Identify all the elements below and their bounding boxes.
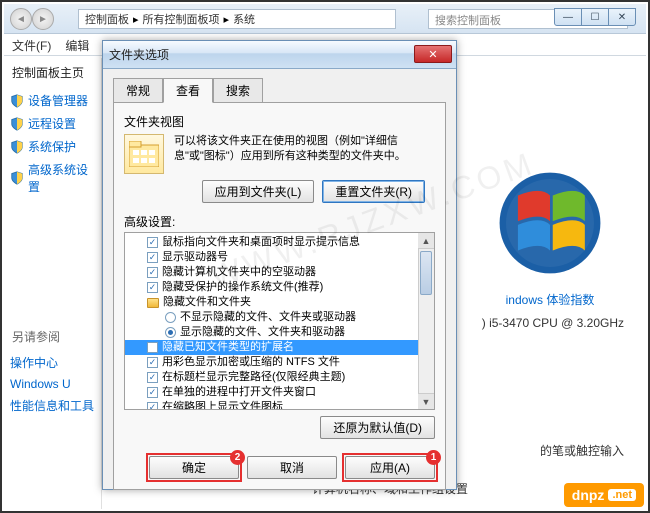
tree-item[interactable]: 不显示隐藏的文件、文件夹或驱动器: [125, 310, 434, 325]
step-badge-1: 1: [426, 450, 441, 465]
sidebar: 控制面板主页 设备管理器 远程设置 系统保护 高级系统设置 另请参阅 操作中心 …: [4, 58, 102, 509]
breadcrumb-item[interactable]: 系统: [233, 11, 255, 27]
sidebar-item-device-mgr[interactable]: 设备管理器: [8, 89, 97, 112]
checkbox[interactable]: [147, 357, 158, 368]
tab-general[interactable]: 常规: [113, 78, 163, 103]
close-icon[interactable]: ✕: [414, 45, 452, 63]
sidebar-ref-action[interactable]: 操作中心: [8, 351, 97, 374]
dialog-title: 文件夹选项: [109, 46, 169, 63]
site-name: dnpz: [572, 487, 605, 503]
site-tld: .net: [608, 489, 636, 501]
tree-item-label: 在标题栏显示完整路径(仅限经典主题): [162, 370, 345, 385]
folder-options-dialog: 文件夹选项 ✕ 常规 查看 搜索 文件夹视图 可以将该文件夹正在使用的视图（例如…: [102, 40, 457, 490]
checkbox[interactable]: [147, 342, 158, 353]
tree-item-label: 隐藏计算机文件夹中的空驱动器: [162, 265, 316, 280]
breadcrumb-item[interactable]: 所有控制面板项: [143, 11, 220, 27]
tree-item-label: 显示隐藏的文件、文件夹和驱动器: [180, 325, 345, 340]
breadcrumb[interactable]: 控制面板 ▸ 所有控制面板项 ▸ 系统: [78, 9, 396, 29]
shield-icon: [10, 117, 24, 131]
folder-icon: [147, 298, 159, 308]
apply-button[interactable]: 应用(A): [345, 456, 435, 479]
window-controls: — ☐ ✕: [555, 8, 636, 26]
cpu-text: ) i5-3470 CPU @ 3.20GHz: [470, 316, 630, 330]
reset-folders-button[interactable]: 重置文件夹(R): [322, 180, 425, 203]
step-badge-2: 2: [230, 450, 245, 465]
tree-item[interactable]: 在标题栏显示完整路径(仅限经典主题): [125, 370, 434, 385]
tree-item-label: 用彩色显示加密或压缩的 NTFS 文件: [162, 355, 340, 370]
scrollbar[interactable]: ▲ ▼: [418, 233, 434, 409]
maximize-button[interactable]: ☐: [581, 8, 609, 26]
tree-item-label: 在缩略图上显示文件图标: [162, 400, 283, 410]
tree-item[interactable]: 在缩略图上显示文件图标: [125, 400, 434, 410]
sidebar-ref-perf[interactable]: 性能信息和工具: [8, 394, 97, 417]
advanced-label: 高级设置:: [124, 213, 435, 230]
scroll-down-icon[interactable]: ▼: [418, 393, 434, 409]
tab-search[interactable]: 搜索: [213, 78, 263, 103]
scroll-up-icon[interactable]: ▲: [418, 233, 434, 249]
shield-icon: [10, 94, 24, 108]
folder-view-label: 文件夹视图: [124, 113, 435, 130]
tree-item[interactable]: 显示驱动器号: [125, 250, 434, 265]
menu-file[interactable]: 文件(F): [12, 37, 51, 52]
tree-item[interactable]: 隐藏已知文件类型的扩展名: [125, 340, 434, 355]
sidebar-item-remote[interactable]: 远程设置: [8, 112, 97, 135]
tree-item-label: 隐藏文件和文件夹: [163, 295, 251, 310]
scroll-thumb[interactable]: [420, 251, 432, 295]
checkbox[interactable]: [147, 252, 158, 263]
sidebar-ref-winupdate[interactable]: Windows U: [8, 374, 97, 394]
menu-edit[interactable]: 编辑: [65, 37, 89, 52]
checkbox[interactable]: [147, 372, 158, 383]
windows-logo-icon: [495, 168, 605, 278]
shield-icon: [10, 171, 24, 185]
nav-back-button[interactable]: ◄: [10, 8, 32, 30]
sidebar-refs-head: 另请参阅: [12, 328, 97, 345]
minimize-button[interactable]: —: [554, 8, 582, 26]
explorer-titlebar: ◄ ► 控制面板 ▸ 所有控制面板项 ▸ 系统 搜索控制面板 — ☐ ✕: [4, 4, 646, 34]
tree-item-label: 隐藏受保护的操作系统文件(推荐): [162, 280, 323, 295]
nav-forward-button[interactable]: ►: [32, 8, 54, 30]
wei-link[interactable]: indows 体验指数: [470, 291, 630, 308]
shield-icon: [10, 140, 24, 154]
breadcrumb-item[interactable]: 控制面板: [85, 11, 129, 27]
tree-item-label: 隐藏已知文件类型的扩展名: [162, 340, 294, 355]
sidebar-home[interactable]: 控制面板主页: [8, 64, 97, 81]
tab-view[interactable]: 查看: [163, 78, 213, 103]
checkbox[interactable]: [147, 282, 158, 293]
tree-item[interactable]: 隐藏受保护的操作系统文件(推荐): [125, 280, 434, 295]
cancel-button[interactable]: 取消: [247, 456, 337, 479]
tree-item[interactable]: 隐藏计算机文件夹中的空驱动器: [125, 265, 434, 280]
close-button[interactable]: ✕: [608, 8, 636, 26]
checkbox[interactable]: [147, 237, 158, 248]
folder-view-desc: 可以将该文件夹正在使用的视图（例如"详细信息"或"图标"）应用到所有这种类型的文…: [174, 134, 435, 165]
restore-defaults-button[interactable]: 还原为默认值(D): [320, 416, 435, 439]
apply-to-folders-button[interactable]: 应用到文件夹(L): [202, 180, 315, 203]
tree-item-label: 不显示隐藏的文件、文件夹或驱动器: [180, 310, 356, 325]
tree-item-label: 显示驱动器号: [162, 250, 228, 265]
ok-button[interactable]: 确定: [149, 456, 239, 479]
sidebar-item-advanced[interactable]: 高级系统设置: [8, 158, 97, 198]
tree-item[interactable]: 在单独的进程中打开文件夹窗口: [125, 385, 434, 400]
tree-item[interactable]: 用彩色显示加密或压缩的 NTFS 文件: [125, 355, 434, 370]
tabs: 常规 查看 搜索: [113, 77, 446, 102]
tree-item[interactable]: 鼠标指向文件夹和桌面项时显示提示信息: [125, 235, 434, 250]
touch-text: 的笔或触控输入: [470, 442, 630, 459]
tree-item[interactable]: 显示隐藏的文件、文件夹和驱动器: [125, 325, 434, 340]
tab-panel-view: 文件夹视图 可以将该文件夹正在使用的视图（例如"详细信息"或"图标"）应用到所有…: [113, 102, 446, 490]
checkbox[interactable]: [147, 387, 158, 398]
radio[interactable]: [165, 312, 176, 323]
site-badge: dnpz .net: [564, 483, 644, 507]
tree-item-label: 鼠标指向文件夹和桌面项时显示提示信息: [162, 235, 360, 250]
checkbox[interactable]: [147, 402, 158, 410]
sidebar-item-protect[interactable]: 系统保护: [8, 135, 97, 158]
advanced-tree[interactable]: ▲ ▼ 鼠标指向文件夹和桌面项时显示提示信息显示驱动器号隐藏计算机文件夹中的空驱…: [124, 232, 435, 410]
folder-view-icon: [124, 134, 164, 174]
radio[interactable]: [165, 327, 176, 338]
dialog-titlebar[interactable]: 文件夹选项 ✕: [103, 41, 456, 69]
tree-item[interactable]: 隐藏文件和文件夹: [125, 295, 434, 310]
tree-item-label: 在单独的进程中打开文件夹窗口: [162, 385, 316, 400]
checkbox[interactable]: [147, 267, 158, 278]
